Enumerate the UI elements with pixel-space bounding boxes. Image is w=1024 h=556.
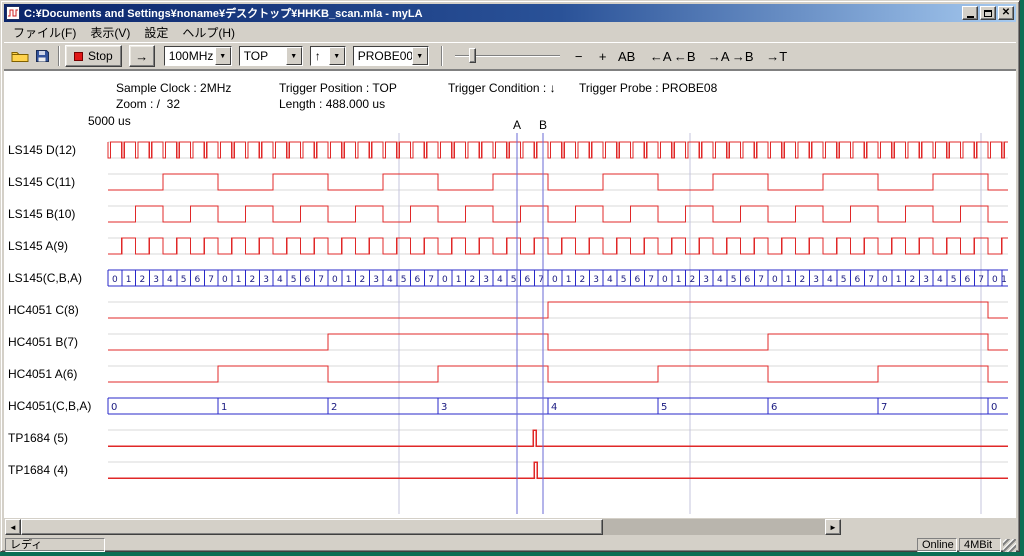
statusbar: レディ Online 4MBit [4,537,1016,552]
resize-grip[interactable] [1003,539,1016,552]
slider-thumb[interactable] [469,48,476,63]
scrollbar-strip: ◄ ► [4,518,1016,536]
trigger-probe-select[interactable]: PROBE00 ▼ [353,46,429,66]
toolbar-separator [441,46,443,66]
stop-label: Stop [88,49,113,63]
open-button[interactable] [9,45,31,67]
scrollbar-thumb[interactable] [21,519,603,535]
toolbar: Stop → 100MHz ▼ TOP ▼ ↑ ▼ PROBE00 ▼ − + … [4,42,1016,70]
window-controls: ✕ [962,6,1014,20]
status-online: Online [917,538,957,552]
trigger-position-select[interactable]: TOP ▼ [239,46,303,66]
maximize-icon [984,10,992,17]
menubar: ファイル(F) 表示(V) 設定 ヘルプ(H) [4,23,1016,42]
window-title: C:¥Documents and Settings¥noname¥デスクトップ¥… [24,5,962,21]
menu-settings[interactable]: 設定 [137,22,175,43]
zoom-info: Zoom : / 32 [116,97,180,111]
length-info: Length : 488.000 us [279,97,385,111]
jump-next-b-button[interactable]: →B [731,45,755,67]
sample-clock-value: 100MHz [165,47,215,65]
zoom-in-button[interactable]: + [591,45,615,67]
menu-help[interactable]: ヘルプ(H) [175,22,242,43]
dropdown-arrow-icon[interactable]: ▼ [329,47,345,65]
scroll-right-icon: ► [829,523,837,532]
toolbar-separator [58,46,60,66]
trigger-edge-select[interactable]: ↑ ▼ [310,46,346,66]
desktop: { "window": { "title": "C:¥Documents and… [0,0,1024,556]
open-folder-icon [11,49,29,63]
app-icon [6,6,20,20]
waveform-client-area: Sample Clock : 2MHz Trigger Position : T… [4,70,1016,518]
time-scale-label: 5000 us [88,114,131,128]
zoom-slider[interactable] [455,45,560,67]
trigger-position-value: TOP [240,47,286,65]
close-button[interactable]: ✕ [998,6,1014,20]
scroll-right-button[interactable]: ► [825,519,841,535]
sample-clock-info: Sample Clock : 2MHz [116,81,231,95]
save-button[interactable] [31,45,53,67]
minimize-button[interactable] [962,6,978,20]
single-run-button[interactable]: → [129,45,155,67]
sample-clock-select[interactable]: 100MHz ▼ [164,46,232,66]
scroll-left-button[interactable]: ◄ [5,519,21,535]
trigger-probe-value: PROBE00 [354,47,412,65]
zoom-out-button[interactable]: − [567,45,591,67]
close-icon: ✕ [1002,8,1010,18]
horizontal-scrollbar[interactable]: ◄ ► [5,519,841,535]
menu-view[interactable]: 表示(V) [83,22,137,43]
save-floppy-icon [35,49,49,63]
status-ready: レディ [5,538,105,552]
dropdown-arrow-icon[interactable]: ▼ [412,47,428,65]
trigger-edge-value: ↑ [311,47,329,65]
dropdown-arrow-icon[interactable]: ▼ [286,47,302,65]
maximize-button[interactable] [980,6,996,20]
scroll-left-icon: ◄ [9,523,17,532]
trigger-probe-info: Trigger Probe : PROBE08 [579,81,717,95]
app-window: C:¥Documents and Settings¥noname¥デスクトップ¥… [0,0,1020,552]
trigger-position-info: Trigger Position : TOP [279,81,397,95]
jump-next-a-button[interactable]: →A [707,45,731,67]
dropdown-arrow-icon[interactable]: ▼ [215,47,231,65]
stop-icon [74,52,83,61]
status-memory: 4MBit [959,538,1001,552]
jump-trigger-button[interactable]: →T [765,45,789,67]
trigger-condition-info: Trigger Condition : ↓ [448,81,556,95]
menu-file[interactable]: ファイル(F) [6,22,83,43]
jump-prev-b-button[interactable]: ←B [673,45,697,67]
titlebar[interactable]: C:¥Documents and Settings¥noname¥デスクトップ¥… [4,4,1016,22]
minimize-icon [967,16,974,18]
stop-button[interactable]: Stop [65,45,122,67]
cursor-ab-button[interactable]: AB [615,45,639,67]
jump-prev-a-button[interactable]: ←A [649,45,673,67]
